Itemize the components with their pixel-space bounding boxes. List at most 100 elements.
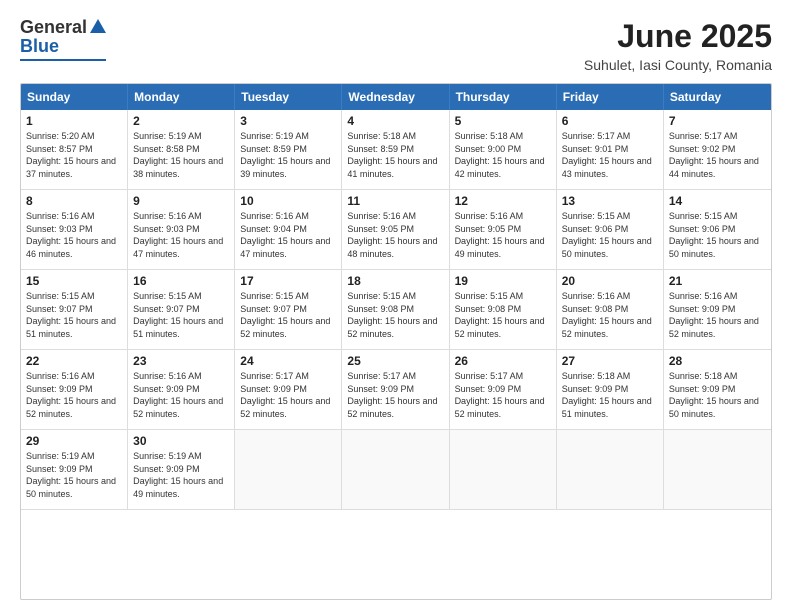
day-number: 7: [669, 114, 766, 128]
header: General Blue June 2025 Suhulet, Iasi Cou…: [20, 18, 772, 73]
day-number: 2: [133, 114, 229, 128]
weekday-monday: Monday: [128, 84, 235, 110]
weekday-friday: Friday: [557, 84, 664, 110]
day-number: 19: [455, 274, 551, 288]
table-row: 15 Sunrise: 5:15 AMSunset: 9:07 PMDaylig…: [21, 270, 128, 350]
day-number: 10: [240, 194, 336, 208]
day-info: Sunrise: 5:17 AMSunset: 9:01 PMDaylight:…: [562, 130, 658, 180]
table-row: 30 Sunrise: 5:19 AMSunset: 9:09 PMDaylig…: [128, 430, 235, 510]
table-row: 20 Sunrise: 5:16 AMSunset: 9:08 PMDaylig…: [557, 270, 664, 350]
table-row: [235, 430, 342, 510]
title-month: June 2025: [584, 18, 772, 55]
table-row: 3 Sunrise: 5:19 AMSunset: 8:59 PMDayligh…: [235, 110, 342, 190]
day-number: 26: [455, 354, 551, 368]
table-row: 6 Sunrise: 5:17 AMSunset: 9:01 PMDayligh…: [557, 110, 664, 190]
day-number: 18: [347, 274, 443, 288]
weekday-saturday: Saturday: [664, 84, 771, 110]
day-info: Sunrise: 5:15 AMSunset: 9:08 PMDaylight:…: [347, 290, 443, 340]
day-info: Sunrise: 5:16 AMSunset: 9:09 PMDaylight:…: [133, 370, 229, 420]
day-info: Sunrise: 5:19 AMSunset: 9:09 PMDaylight:…: [133, 450, 229, 500]
table-row: 10 Sunrise: 5:16 AMSunset: 9:04 PMDaylig…: [235, 190, 342, 270]
day-info: Sunrise: 5:15 AMSunset: 9:06 PMDaylight:…: [669, 210, 766, 260]
day-number: 6: [562, 114, 658, 128]
day-number: 29: [26, 434, 122, 448]
table-row: 25 Sunrise: 5:17 AMSunset: 9:09 PMDaylig…: [342, 350, 449, 430]
table-row: 29 Sunrise: 5:19 AMSunset: 9:09 PMDaylig…: [21, 430, 128, 510]
table-row: 27 Sunrise: 5:18 AMSunset: 9:09 PMDaylig…: [557, 350, 664, 430]
day-info: Sunrise: 5:16 AMSunset: 9:04 PMDaylight:…: [240, 210, 336, 260]
day-info: Sunrise: 5:18 AMSunset: 9:09 PMDaylight:…: [562, 370, 658, 420]
table-row: [557, 430, 664, 510]
calendar-header: Sunday Monday Tuesday Wednesday Thursday…: [21, 84, 771, 110]
page: General Blue June 2025 Suhulet, Iasi Cou…: [0, 0, 792, 612]
day-info: Sunrise: 5:18 AMSunset: 8:59 PMDaylight:…: [347, 130, 443, 180]
day-info: Sunrise: 5:16 AMSunset: 9:08 PMDaylight:…: [562, 290, 658, 340]
table-row: 24 Sunrise: 5:17 AMSunset: 9:09 PMDaylig…: [235, 350, 342, 430]
table-row: 16 Sunrise: 5:15 AMSunset: 9:07 PMDaylig…: [128, 270, 235, 350]
day-info: Sunrise: 5:15 AMSunset: 9:07 PMDaylight:…: [133, 290, 229, 340]
day-number: 5: [455, 114, 551, 128]
day-number: 24: [240, 354, 336, 368]
day-number: 20: [562, 274, 658, 288]
table-row: 14 Sunrise: 5:15 AMSunset: 9:06 PMDaylig…: [664, 190, 771, 270]
table-row: 5 Sunrise: 5:18 AMSunset: 9:00 PMDayligh…: [450, 110, 557, 190]
table-row: 8 Sunrise: 5:16 AMSunset: 9:03 PMDayligh…: [21, 190, 128, 270]
day-info: Sunrise: 5:20 AMSunset: 8:57 PMDaylight:…: [26, 130, 122, 180]
table-row: 26 Sunrise: 5:17 AMSunset: 9:09 PMDaylig…: [450, 350, 557, 430]
table-row: 1 Sunrise: 5:20 AMSunset: 8:57 PMDayligh…: [21, 110, 128, 190]
day-info: Sunrise: 5:16 AMSunset: 9:05 PMDaylight:…: [455, 210, 551, 260]
day-info: Sunrise: 5:17 AMSunset: 9:09 PMDaylight:…: [347, 370, 443, 420]
day-info: Sunrise: 5:17 AMSunset: 9:02 PMDaylight:…: [669, 130, 766, 180]
weekday-wednesday: Wednesday: [342, 84, 449, 110]
day-info: Sunrise: 5:19 AMSunset: 9:09 PMDaylight:…: [26, 450, 122, 500]
day-number: 30: [133, 434, 229, 448]
calendar: Sunday Monday Tuesday Wednesday Thursday…: [20, 83, 772, 600]
day-info: Sunrise: 5:15 AMSunset: 9:06 PMDaylight:…: [562, 210, 658, 260]
day-info: Sunrise: 5:19 AMSunset: 8:59 PMDaylight:…: [240, 130, 336, 180]
table-row: 9 Sunrise: 5:16 AMSunset: 9:03 PMDayligh…: [128, 190, 235, 270]
day-number: 3: [240, 114, 336, 128]
title-block: June 2025 Suhulet, Iasi County, Romania: [584, 18, 772, 73]
day-number: 12: [455, 194, 551, 208]
table-row: 17 Sunrise: 5:15 AMSunset: 9:07 PMDaylig…: [235, 270, 342, 350]
weekday-tuesday: Tuesday: [235, 84, 342, 110]
day-info: Sunrise: 5:15 AMSunset: 9:07 PMDaylight:…: [26, 290, 122, 340]
day-info: Sunrise: 5:18 AMSunset: 9:09 PMDaylight:…: [669, 370, 766, 420]
table-row: 4 Sunrise: 5:18 AMSunset: 8:59 PMDayligh…: [342, 110, 449, 190]
day-number: 13: [562, 194, 658, 208]
day-number: 28: [669, 354, 766, 368]
day-number: 17: [240, 274, 336, 288]
day-number: 21: [669, 274, 766, 288]
weekday-thursday: Thursday: [450, 84, 557, 110]
logo-triangle-icon: [90, 19, 106, 33]
table-row: [342, 430, 449, 510]
day-number: 16: [133, 274, 229, 288]
day-number: 15: [26, 274, 122, 288]
logo: General Blue: [20, 18, 106, 61]
day-info: Sunrise: 5:16 AMSunset: 9:03 PMDaylight:…: [26, 210, 122, 260]
day-number: 1: [26, 114, 122, 128]
day-number: 8: [26, 194, 122, 208]
day-info: Sunrise: 5:16 AMSunset: 9:05 PMDaylight:…: [347, 210, 443, 260]
day-number: 23: [133, 354, 229, 368]
table-row: 18 Sunrise: 5:15 AMSunset: 9:08 PMDaylig…: [342, 270, 449, 350]
day-number: 11: [347, 194, 443, 208]
day-number: 22: [26, 354, 122, 368]
day-number: 27: [562, 354, 658, 368]
day-number: 4: [347, 114, 443, 128]
table-row: [450, 430, 557, 510]
title-location: Suhulet, Iasi County, Romania: [584, 57, 772, 73]
day-number: 14: [669, 194, 766, 208]
logo-underline: [20, 59, 106, 61]
day-number: 9: [133, 194, 229, 208]
day-info: Sunrise: 5:17 AMSunset: 9:09 PMDaylight:…: [455, 370, 551, 420]
day-info: Sunrise: 5:16 AMSunset: 9:09 PMDaylight:…: [26, 370, 122, 420]
weekday-sunday: Sunday: [21, 84, 128, 110]
table-row: [664, 430, 771, 510]
table-row: 11 Sunrise: 5:16 AMSunset: 9:05 PMDaylig…: [342, 190, 449, 270]
table-row: 22 Sunrise: 5:16 AMSunset: 9:09 PMDaylig…: [21, 350, 128, 430]
table-row: 23 Sunrise: 5:16 AMSunset: 9:09 PMDaylig…: [128, 350, 235, 430]
day-info: Sunrise: 5:16 AMSunset: 9:09 PMDaylight:…: [669, 290, 766, 340]
day-number: 25: [347, 354, 443, 368]
table-row: 19 Sunrise: 5:15 AMSunset: 9:08 PMDaylig…: [450, 270, 557, 350]
